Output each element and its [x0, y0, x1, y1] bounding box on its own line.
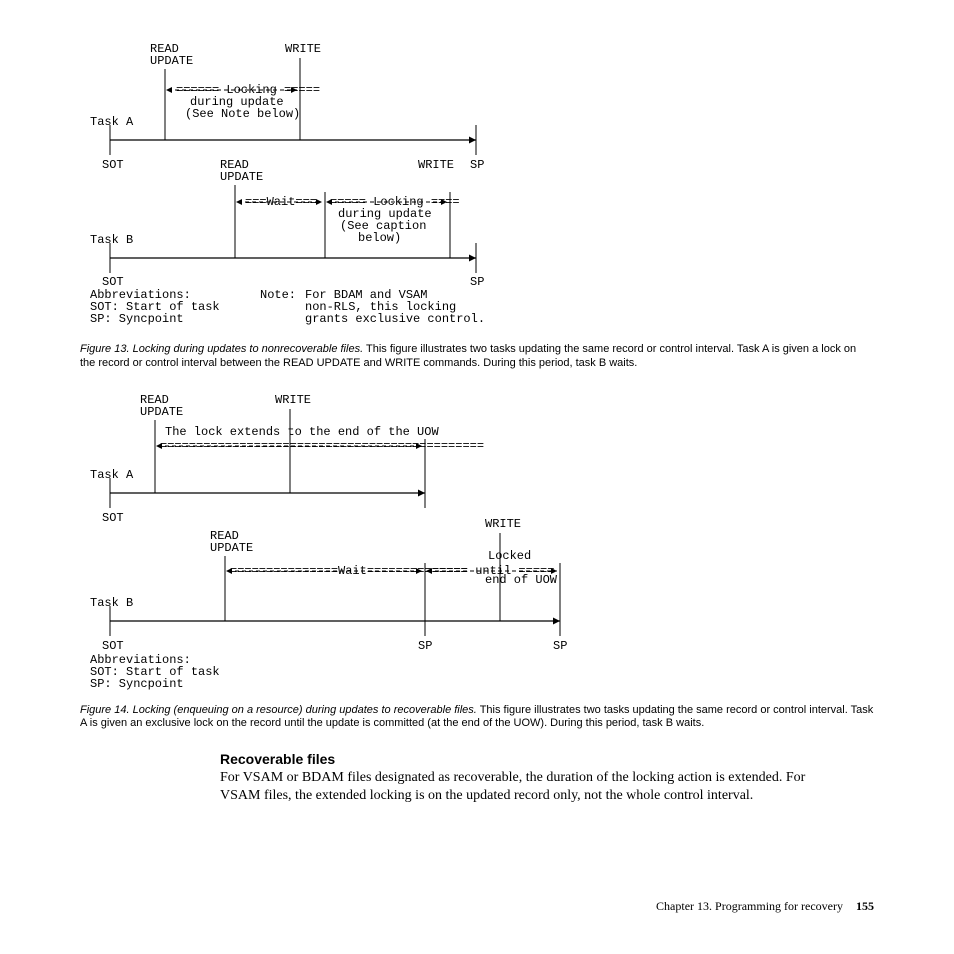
svg-text:UPDATE: UPDATE — [150, 54, 193, 68]
svg-text:UPDATE: UPDATE — [220, 170, 263, 184]
svg-text:Task A: Task A — [90, 468, 134, 482]
figure-14-diagram: READ UPDATE WRITE The lock extends to th… — [80, 391, 874, 696]
footer-chapter: Chapter 13. Programming for recovery — [656, 899, 843, 913]
svg-text:SP: Syncpoint: SP: Syncpoint — [90, 312, 184, 326]
section-paragraph: For VSAM or BDAM files designated as rec… — [220, 769, 840, 805]
svg-text:Task B: Task B — [90, 233, 133, 247]
figure-14-label: Figure 14. Locking (enqueuing on a resou… — [80, 704, 477, 716]
svg-text:==============================: ========================================… — [160, 439, 484, 453]
svg-text:SP: SP — [470, 158, 484, 172]
section-heading: Recoverable files — [220, 751, 874, 767]
svg-text:SOT: SOT — [102, 275, 124, 289]
svg-text:SP: SP — [418, 639, 432, 653]
svg-text:===Wait===: ===Wait=== — [245, 195, 317, 209]
svg-text:SP: Syncpoint: SP: Syncpoint — [90, 677, 184, 691]
svg-text:WRITE: WRITE — [285, 42, 321, 56]
svg-text:Locked: Locked — [488, 549, 531, 563]
svg-text:WRITE: WRITE — [275, 393, 311, 407]
page-footer: Chapter 13. Programming for recovery 155 — [656, 899, 874, 914]
svg-text:UPDATE: UPDATE — [140, 405, 183, 419]
svg-text:SOT: SOT — [102, 158, 124, 172]
svg-text:SP: SP — [553, 639, 567, 653]
svg-text:SOT: SOT — [102, 511, 124, 525]
figure-13-label: Figure 13. Locking during updates to non… — [80, 343, 363, 355]
figure-14-caption: Figure 14. Locking (enqueuing on a resou… — [80, 704, 874, 732]
svg-text:The lock extends to the end of: The lock extends to the end of the UOW — [165, 425, 439, 439]
svg-text:grants exclusive control.: grants exclusive control. — [305, 312, 485, 326]
svg-text:UPDATE: UPDATE — [210, 541, 253, 555]
svg-text:Note:: Note: — [260, 288, 296, 302]
svg-text:SOT: SOT — [102, 639, 124, 653]
svg-text:(See Note below): (See Note below) — [185, 107, 300, 121]
figure-13-caption: Figure 13. Locking during updates to non… — [80, 343, 874, 371]
svg-text:below): below) — [358, 231, 401, 245]
figure-13-diagram: READ UPDATE WRITE Task A SOT ====== Lock… — [80, 40, 874, 335]
svg-text:SP: SP — [470, 275, 484, 289]
footer-page-number: 155 — [856, 899, 874, 913]
svg-text:WRITE: WRITE — [485, 517, 521, 531]
svg-text:Task A: Task A — [90, 115, 134, 129]
svg-text:Task B: Task B — [90, 596, 133, 610]
svg-text:WRITE: WRITE — [418, 158, 454, 172]
svg-text:===== until =====: ===== until ===== — [432, 564, 554, 578]
